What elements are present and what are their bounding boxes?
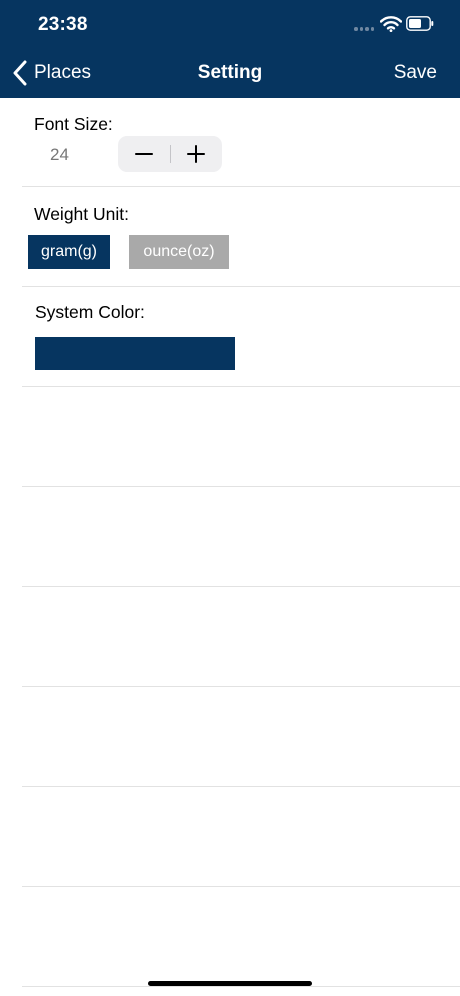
weight-unit-label: Weight Unit: bbox=[34, 204, 129, 224]
empty-row bbox=[22, 387, 460, 487]
ounce-unit-button[interactable]: ounce(oz) bbox=[129, 235, 229, 269]
weight-unit-row: Weight Unit: gram(g) ounce(oz) bbox=[22, 187, 460, 287]
increment-button[interactable] bbox=[170, 136, 222, 172]
font-size-value: 24 bbox=[50, 145, 69, 164]
back-button-label: Places bbox=[34, 62, 92, 83]
home-indicator bbox=[148, 981, 312, 986]
font-size-label: Font Size: bbox=[34, 114, 113, 134]
minus-icon bbox=[134, 153, 153, 155]
empty-row bbox=[22, 787, 460, 887]
battery-icon bbox=[406, 16, 434, 31]
empty-row bbox=[22, 887, 460, 987]
system-color-swatch[interactable] bbox=[35, 337, 235, 370]
cellular-signal-icon bbox=[354, 27, 374, 31]
top-bar: 23:38 Places Setting Save bbox=[0, 0, 460, 98]
font-size-stepper[interactable] bbox=[118, 136, 222, 172]
gram-unit-button[interactable]: gram(g) bbox=[28, 235, 110, 269]
save-button[interactable]: Save bbox=[394, 62, 437, 84]
plus-icon bbox=[187, 145, 206, 163]
chevron-left-icon bbox=[13, 60, 27, 86]
decrement-button[interactable] bbox=[118, 136, 170, 172]
system-color-row: System Color: bbox=[22, 287, 460, 387]
empty-row bbox=[22, 687, 460, 787]
wifi-icon bbox=[380, 16, 402, 32]
system-color-label: System Color: bbox=[35, 302, 145, 322]
empty-row bbox=[22, 487, 460, 587]
back-button[interactable]: Places bbox=[12, 60, 91, 86]
font-size-row: Font Size: 24 bbox=[22, 87, 460, 187]
status-time: 23:38 bbox=[38, 14, 88, 35]
empty-row bbox=[22, 587, 460, 687]
